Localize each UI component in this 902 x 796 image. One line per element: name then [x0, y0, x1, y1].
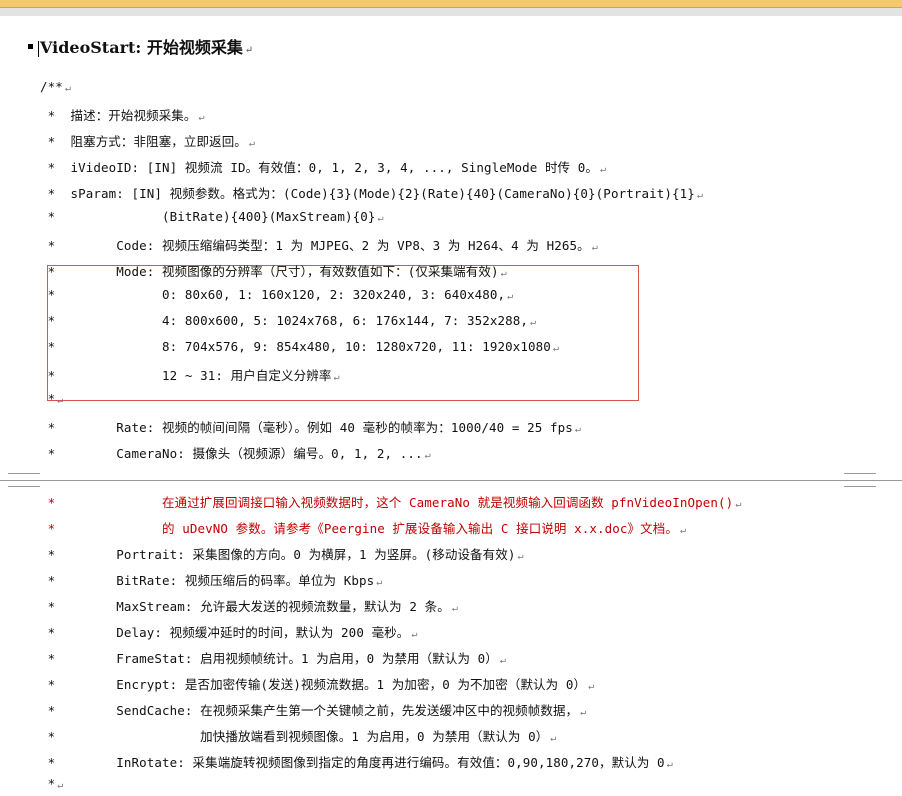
code-line: * CameraNo: 摄像头（视频源）编号。0, 1, 2, ... ↵: [40, 446, 431, 461]
code-line: * Delay: 视频缓冲延时的时间，默认为 200 毫秒。 ↵: [40, 625, 418, 640]
code-line: * FrameStat: 启用视频帧统计。1 为启用，0 为禁用（默认为 0） ↵: [40, 651, 507, 666]
code-line: * ↵: [40, 776, 64, 791]
code-line: * Mode: 视频图像的分辨率（尺寸），有效数值如下：(仅采集端有效) ↵: [40, 264, 507, 279]
code-line: * 描述：开始视频采集。 ↵: [40, 108, 205, 123]
code-line: * iVideoID: [IN] 视频流 ID。有效值：0, 1, 2, 3, …: [40, 160, 607, 175]
code-line: * 加快播放端看到视频图像。1 为启用，0 为禁用（默认为 0） ↵: [40, 729, 557, 744]
document-top-bar: [0, 0, 902, 16]
top-gold-strip: [0, 0, 902, 7]
code-line: * 阻塞方式：非阻塞，立即返回。 ↵: [40, 134, 256, 149]
text-cursor: [38, 40, 39, 57]
code-line: * 12 ~ 31: 用户自定义分辨率 ↵: [40, 368, 340, 383]
page-break-right-tab: [844, 473, 876, 487]
code-line: * Portrait: 采集图像的方向。0 为横屏，1 为竖屏。(移动设备有效)…: [40, 547, 524, 562]
top-grey-strip: [0, 8, 902, 16]
code-line-highlighted: * 的 uDevNO 参数。请参考《Peergine 扩展设备输入输出 C 接口…: [40, 521, 687, 536]
code-line: * (BitRate){400}(MaxStream){0} ↵: [40, 209, 384, 224]
code-line: /** ↵: [40, 79, 72, 94]
paragraph-mark-icon: ↵: [244, 45, 254, 56]
section-heading: VideoStart: 开始视频采集 ↵: [28, 34, 253, 58]
page-break: [0, 470, 902, 487]
heading-text: VideoStart: 开始视频采集: [40, 38, 243, 57]
code-line: * 0: 80x60, 1: 160x120, 2: 320x240, 3: 6…: [40, 287, 514, 302]
code-line: * 8: 704x576, 9: 854x480, 10: 1280x720, …: [40, 339, 560, 354]
code-line: * Rate: 视频的帧间间隔（毫秒）。例如 40 毫秒的帧率为：1000/40…: [40, 420, 581, 435]
page-break-rule: [0, 480, 902, 481]
code-line: * InRotate: 采集端旋转视频图像到指定的角度再进行编码。有效值：0,9…: [40, 755, 673, 770]
code-line: * MaxStream: 允许最大发送的视频流数量，默认为 2 条。 ↵: [40, 599, 458, 614]
heading-bullet-icon: [28, 44, 33, 49]
code-line: * SendCache: 在视频采集产生第一个关键帧之前，先发送缓冲区中的视频帧…: [40, 703, 587, 718]
code-line: * ↵: [40, 391, 64, 406]
page-break-left-tab: [8, 473, 40, 487]
code-line: * Code: 视频压缩编码类型：1 为 MJPEG、2 为 VP8、3 为 H…: [40, 238, 598, 253]
code-line: * 4: 800x600, 5: 1024x768, 6: 176x144, 7…: [40, 313, 537, 328]
code-line: * BitRate: 视频压缩后的码率。单位为 Kbps ↵: [40, 573, 383, 588]
code-line-highlighted: * 在通过扩展回调接口输入视频数据时，这个 CameraNo 就是视频输入回调函…: [40, 495, 742, 510]
code-line: * Encrypt: 是否加密传输(发送)视频流数据。1 为加密，0 为不加密（…: [40, 677, 595, 692]
code-line: * sParam: [IN] 视频参数。格式为：(Code){3}(Mode){…: [40, 186, 703, 201]
